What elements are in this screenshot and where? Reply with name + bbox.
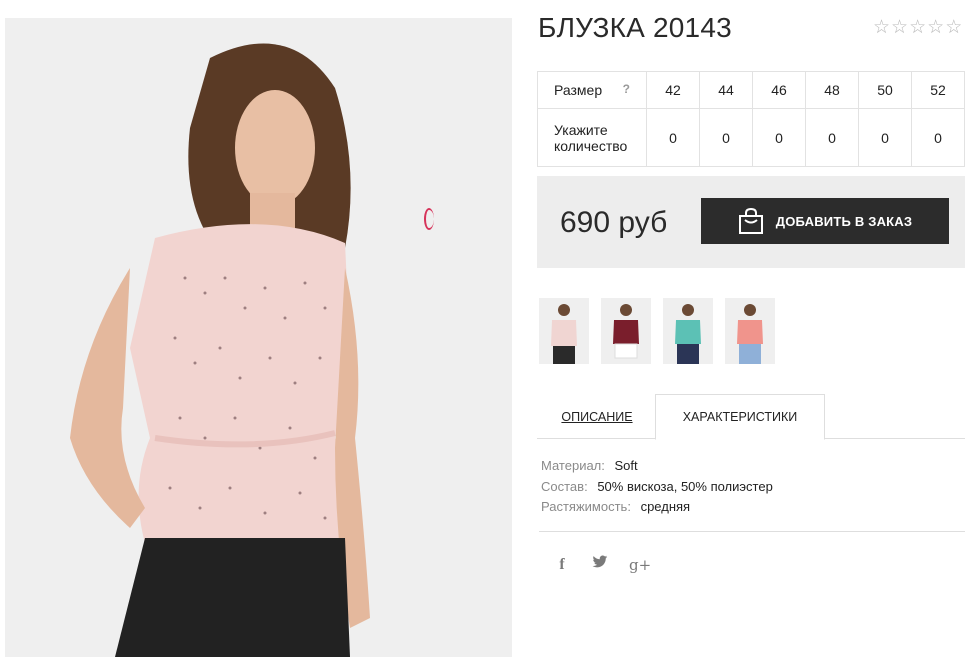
google-plus-icon[interactable]: g+ xyxy=(629,556,651,574)
facebook-icon[interactable]: f xyxy=(553,556,571,574)
characteristic-row: Состав: 50% вискоза, 50% полиэстер xyxy=(541,477,773,498)
size-cell: 52 xyxy=(911,71,965,109)
quantity-input[interactable]: 0 xyxy=(646,108,700,167)
thumbnail[interactable] xyxy=(725,298,775,364)
size-label-cell: Размер ? xyxy=(537,71,647,109)
twitter-icon[interactable] xyxy=(591,555,609,574)
rating-stars[interactable]: ☆ ☆ ☆ ☆ ☆ xyxy=(873,18,962,37)
price: 690 руб xyxy=(560,206,668,239)
thumbnail[interactable] xyxy=(539,298,589,364)
quantity-input[interactable]: 0 xyxy=(805,108,859,167)
tabs: ОПИСАНИЕ ХАРАКТЕРИСТИКИ xyxy=(537,394,965,440)
star-icon[interactable]: ☆ xyxy=(945,18,962,37)
tab-characteristics[interactable]: ХАРАКТЕРИСТИКИ xyxy=(655,394,825,440)
tab-description[interactable]: ОПИСАНИЕ xyxy=(539,394,655,439)
size-cell: 42 xyxy=(646,71,700,109)
star-icon[interactable]: ☆ xyxy=(927,18,944,37)
price-box: 690 руб ДОБАВИТЬ В ЗАКАЗ xyxy=(537,176,965,268)
shopping-bag-icon xyxy=(738,207,763,234)
quantity-row: Укажите количество 0 0 0 0 0 0 xyxy=(537,108,965,167)
product-main-photo[interactable] xyxy=(5,18,512,657)
help-icon[interactable]: ? xyxy=(623,82,630,96)
quantity-input[interactable]: 0 xyxy=(911,108,965,167)
characteristic-value: средняя xyxy=(640,499,691,514)
star-icon[interactable]: ☆ xyxy=(909,18,926,37)
size-row: Размер ? 42 44 46 48 50 52 xyxy=(537,71,965,109)
thumbnail[interactable] xyxy=(663,298,713,364)
divider xyxy=(539,531,965,532)
thumbnail-strip xyxy=(539,298,775,364)
characteristic-value: 50% вискоза, 50% полиэстер xyxy=(597,478,773,494)
size-table: Размер ? 42 44 46 48 50 52 Укажите колич… xyxy=(537,71,965,167)
add-to-order-button[interactable]: ДОБАВИТЬ В ЗАКАЗ xyxy=(701,198,949,244)
product-details: БЛУЗКА 20143 ☆ ☆ ☆ ☆ ☆ Размер ? 42 44 46… xyxy=(537,0,965,657)
size-cell: 50 xyxy=(858,71,912,109)
star-icon[interactable]: ☆ xyxy=(891,18,908,37)
product-title: БЛУЗКА 20143 xyxy=(538,12,732,43)
quantity-label: Укажите количество xyxy=(537,108,647,167)
partial-edge-icon[interactable] xyxy=(424,208,434,230)
characteristic-key: Материал: xyxy=(541,458,605,473)
quantity-input[interactable]: 0 xyxy=(858,108,912,167)
add-to-order-label: ДОБАВИТЬ В ЗАКАЗ xyxy=(775,213,913,229)
characteristics-list: Материал: Soft Состав: 50% вискоза, 50% … xyxy=(541,456,773,518)
characteristic-key: Состав: xyxy=(541,478,588,494)
characteristic-key: Растяжимость: xyxy=(541,499,631,514)
thumbnail[interactable] xyxy=(601,298,651,364)
quantity-input[interactable]: 0 xyxy=(752,108,806,167)
size-cell: 46 xyxy=(752,71,806,109)
social-share: f g+ xyxy=(553,555,651,574)
size-cell: 44 xyxy=(699,71,753,109)
characteristic-value: Soft xyxy=(614,458,638,473)
size-label: Размер xyxy=(554,82,603,98)
characteristic-row: Растяжимость: средняя xyxy=(541,497,773,518)
quantity-input[interactable]: 0 xyxy=(699,108,753,167)
star-icon[interactable]: ☆ xyxy=(873,18,890,37)
size-cell: 48 xyxy=(805,71,859,109)
characteristic-row: Материал: Soft xyxy=(541,456,773,477)
